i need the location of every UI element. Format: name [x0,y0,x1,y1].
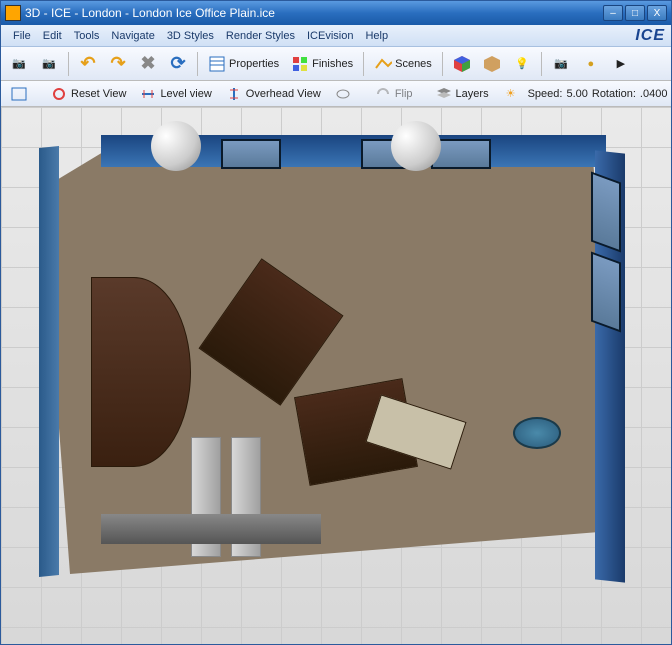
speed-label: Speed: [528,88,563,100]
window-pane [591,172,621,253]
menu-file[interactable]: File [7,28,37,44]
layers-label: Layers [456,88,489,100]
orbit-icon [334,85,352,103]
finishes-button[interactable]: Finishes [286,52,358,76]
wall-west [39,146,59,577]
undo-icon: ↶ [79,55,97,73]
zoom-extents-icon [10,85,28,103]
properties-button[interactable]: Properties [203,52,284,76]
overhead-view-icon [225,85,243,103]
refresh-button[interactable]: ⟳ [164,52,192,76]
menubar: File Edit Tools Navigate 3D Styles Rende… [1,25,671,47]
maximize-button[interactable]: □ [625,5,645,21]
record-button[interactable]: ● [577,52,605,76]
brand-label: ICE [635,27,665,45]
menu-help[interactable]: Help [359,28,394,44]
separator [541,52,542,76]
sun-icon: ☀ [502,85,520,103]
separator [442,52,443,76]
scenes-icon [374,55,392,73]
flip-label: Flip [395,88,413,100]
counter [101,514,321,544]
flip-icon [374,85,392,103]
separator [363,52,364,76]
cancel-icon: ✖ [139,55,157,73]
scenes-button[interactable]: Scenes [369,52,437,76]
menu-navigate[interactable]: Navigate [105,28,160,44]
reset-view-button[interactable]: Reset View [45,82,131,106]
color-cube-icon [453,55,471,73]
level-view-button[interactable]: Level view [134,82,216,106]
rotation-label: Rotation: [592,88,636,100]
finishes-label: Finishes [312,58,353,70]
level-view-icon [139,85,157,103]
camera-copy-button[interactable]: 📷 [35,52,63,76]
round-table [513,417,561,449]
speed-value: 5.00 [566,88,587,100]
titlebar[interactable]: 3D - ICE - London - London Ice Office Pl… [1,1,671,25]
minimize-button[interactable]: – [603,5,623,21]
close-button[interactable]: X [647,5,667,21]
render-cube-icon [483,55,501,73]
camera-settings-button[interactable]: 📷 [547,52,575,76]
scenes-label: Scenes [395,58,432,70]
properties-icon [208,55,226,73]
app-icon [5,5,21,21]
menu-icevision[interactable]: ICEvision [301,28,359,44]
column [391,121,441,171]
separator [197,52,198,76]
overhead-view-button[interactable]: Overhead View [220,82,326,106]
main-toolbar: 📷 📷 ↶ ↷ ✖ ⟳ Properties Finishes Scenes 💡… [1,47,671,81]
camera-gear-icon: 📷 [552,55,570,73]
finishes-icon [291,55,309,73]
properties-label: Properties [229,58,279,70]
rotation-value: .0400 [640,88,668,100]
play-button[interactable]: ▶ [607,52,635,76]
menu-render-styles[interactable]: Render Styles [220,28,301,44]
separator [68,52,69,76]
reset-view-icon [50,85,68,103]
overhead-view-label: Overhead View [246,88,321,100]
window-title: 3D - ICE - London - London Ice Office Pl… [25,6,603,20]
window-pane [591,252,621,333]
app-window: 3D - ICE - London - London Ice Office Pl… [0,0,672,645]
color-cube-button[interactable] [448,52,476,76]
layers-icon [435,85,453,103]
record-icon: ● [582,55,600,73]
refresh-icon: ⟳ [169,55,187,73]
status-readout: Speed: 5.00 Rotation: .0400 [528,88,672,100]
play-icon: ▶ [612,55,630,73]
layers-button[interactable]: Layers [430,82,494,106]
window-controls: – □ X [603,5,667,21]
render-cube-button[interactable] [478,52,506,76]
3d-scene [21,127,641,604]
cancel-button[interactable]: ✖ [134,52,162,76]
zoom-extents-button[interactable] [5,82,33,106]
menu-edit[interactable]: Edit [37,28,68,44]
reset-view-label: Reset View [71,88,126,100]
light-button[interactable]: 💡 [508,52,536,76]
redo-icon: ↷ [109,55,127,73]
3d-viewport[interactable] [1,107,671,644]
menu-3d-styles[interactable]: 3D Styles [161,28,220,44]
column [151,121,201,171]
lightbulb-icon: 💡 [513,55,531,73]
redo-button[interactable]: ↷ [104,52,132,76]
level-view-label: Level view [160,88,211,100]
camera-plus-icon: 📷 [10,55,28,73]
undo-button[interactable]: ↶ [74,52,102,76]
orbit-button[interactable] [329,82,357,106]
view-toolbar: Reset View Level view Overhead View Flip… [1,81,671,107]
camera-add-button[interactable]: 📷 [5,52,33,76]
window-pane [221,139,281,169]
camera-copy-icon: 📷 [40,55,58,73]
sun-button[interactable]: ☀ [497,82,525,106]
menu-tools[interactable]: Tools [68,28,106,44]
flip-button[interactable]: Flip [369,82,418,106]
